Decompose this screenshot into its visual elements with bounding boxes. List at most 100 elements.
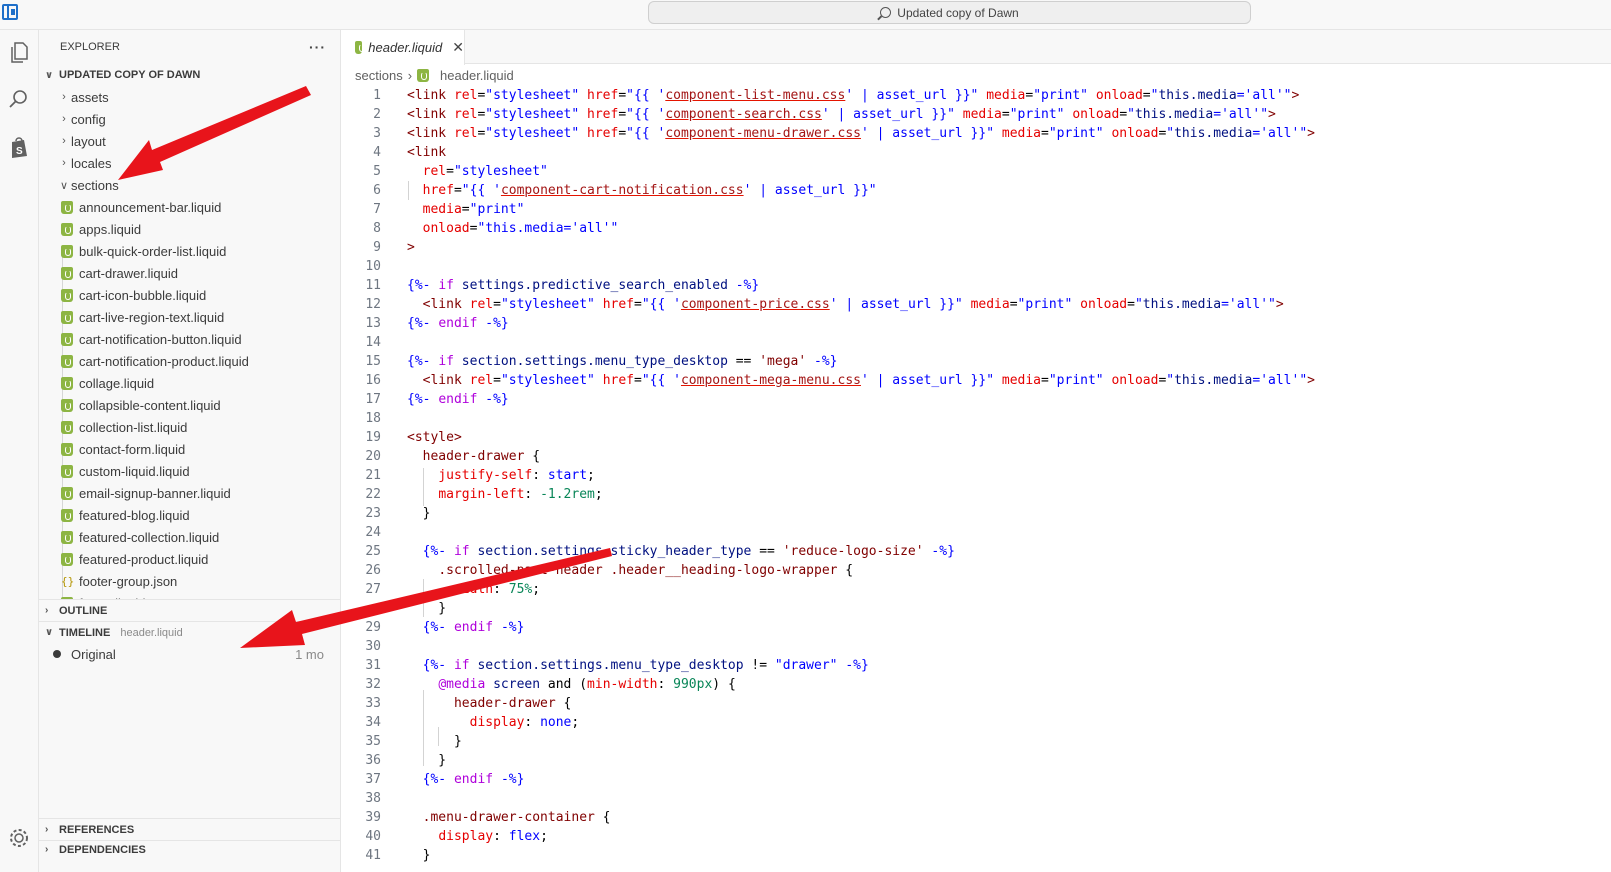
file-item[interactable]: featured-product.liquid [39, 548, 340, 570]
liquid-file-icon [61, 596, 73, 599]
file-label: collapsible-content.liquid [79, 397, 221, 413]
code-line: 14 [365, 335, 381, 350]
code-line: 9 > [373, 240, 415, 255]
file-item[interactable]: bulk-quick-order-list.liquid [39, 240, 340, 262]
liquid-file-icon [61, 530, 73, 544]
chevron-right-icon: › [62, 135, 66, 147]
timeline-entry[interactable]: Original 1 mo [39, 643, 340, 665]
file-item[interactable]: collection-list.liquid [39, 416, 340, 438]
liquid-file-icon [61, 420, 73, 434]
svg-text:S: S [16, 146, 23, 157]
activity-bar: S [0, 30, 39, 872]
references-section-header[interactable]: › REFERENCES [39, 818, 341, 840]
breadcrumb-file[interactable]: header.liquid [440, 68, 514, 83]
code-line: 26 .scrolled-past-header .header__headin… [365, 563, 854, 578]
file-item[interactable]: cart-notification-product.liquid [39, 350, 340, 372]
title-bar: Updated copy of Dawn [0, 0, 1611, 30]
settings-gear-icon[interactable] [6, 825, 32, 851]
file-item[interactable]: cart-live-region-text.liquid [39, 306, 340, 328]
search-icon [880, 7, 892, 18]
code-line: 19 <style> [365, 430, 462, 445]
code-line: 1 <link rel="stylesheet" href="{{ 'compon… [373, 88, 1300, 103]
code-area[interactable]: 1 <link rel="stylesheet" href="{{ 'compon… [341, 86, 1611, 865]
liquid-file-icon [61, 464, 73, 478]
code-line: 33 header-drawer { [365, 696, 572, 711]
file-label: contact-form.liquid [79, 441, 186, 457]
file-item[interactable]: collapsible-content.liquid [39, 394, 340, 416]
search-icon[interactable] [6, 86, 32, 112]
file-item[interactable]: apps.liquid [39, 218, 340, 240]
folder-assets[interactable]: › assets [39, 86, 340, 108]
file-label: cart-notification-button.liquid [79, 331, 242, 347]
file-item[interactable]: custom-liquid.liquid [39, 460, 340, 482]
liquid-file-icon [61, 266, 73, 280]
folder-locales[interactable]: › locales [39, 152, 340, 174]
code-line: 5 rel="stylesheet" [373, 164, 548, 179]
liquid-file-icon [61, 486, 73, 500]
project-section-header[interactable]: ∨ UPDATED COPY OF DAWN [39, 64, 340, 86]
code-line: 22 margin-left: -1.2rem; [365, 487, 603, 502]
code-line: 2 <link rel="stylesheet" href="{{ 'compon… [373, 107, 1276, 122]
file-item[interactable]: cart-notification-button.liquid [39, 328, 340, 350]
file-item[interactable]: featured-collection.liquid [39, 526, 340, 548]
breadcrumb: sections › header.liquid [341, 64, 1611, 86]
liquid-file-icon [61, 222, 73, 236]
dependencies-section-header[interactable]: › DEPENDENCIES [39, 840, 341, 854]
file-label: featured-collection.liquid [79, 529, 220, 545]
file-label: cart-live-region-text.liquid [79, 309, 225, 325]
file-label: announcement-bar.liquid [79, 199, 222, 215]
editor-tabs: header.liquid ✕ [341, 30, 1611, 65]
folder-sections[interactable]: ∨ sections [39, 174, 340, 196]
folder-label: config [71, 111, 106, 127]
project-name: UPDATED COPY OF DAWN [59, 69, 201, 81]
file-label: featured-blog.liquid [79, 507, 190, 523]
folder-label: sections [71, 177, 119, 193]
code-line: 11 {%- if settings.predictive_search_enab… [365, 278, 760, 293]
file-item[interactable]: contact-form.liquid [39, 438, 340, 460]
file-item[interactable]: footer.liquid [39, 592, 340, 599]
sidebar: EXPLORER ··· ∨ UPDATED COPY OF DAWN › ass… [39, 30, 341, 872]
timeline-title: TIMELINE [59, 626, 111, 639]
chevron-right-icon: › [45, 605, 49, 616]
app-logo-icon [2, 4, 18, 20]
breadcrumb-folder[interactable]: sections [355, 68, 403, 83]
liquid-file-icon [61, 244, 73, 258]
more-actions-icon[interactable]: ··· [309, 39, 326, 55]
file-item[interactable]: announcement-bar.liquid [39, 196, 340, 218]
file-item[interactable]: cart-drawer.liquid [39, 262, 340, 284]
chevron-down-icon: ∨ [45, 627, 54, 638]
tab-header-liquid[interactable]: header.liquid ✕ [341, 30, 465, 65]
file-label: footer-group.json [79, 573, 178, 589]
outline-section-header[interactable]: › OUTLINE [39, 599, 340, 621]
file-item[interactable]: cart-icon-bubble.liquid [39, 284, 340, 306]
code-line: 15 {%- if section.settings.menu_type_desk… [365, 354, 838, 369]
folder-layout[interactable]: › layout [39, 130, 340, 152]
indent-guide [408, 181, 409, 200]
file-item[interactable]: email-signup-banner.liquid [39, 482, 340, 504]
indent-guide [423, 468, 424, 506]
code-line: 23 } [365, 506, 431, 521]
file-label: collage.liquid [79, 375, 155, 391]
file-item[interactable]: collage.liquid [39, 372, 340, 394]
file-label: cart-icon-bubble.liquid [79, 287, 207, 303]
close-icon[interactable]: ✕ [452, 39, 464, 56]
folder-label: locales [71, 155, 112, 171]
file-item[interactable]: featured-blog.liquid [39, 504, 340, 526]
file-item[interactable]: {} footer-group.json [39, 570, 340, 592]
window-title: Updated copy of Dawn [897, 5, 1019, 20]
code-line: 13 {%- endif -%} [365, 316, 509, 331]
file-list: announcement-bar.liquid apps.liquid bulk-q… [39, 196, 340, 599]
explorer-title: EXPLORER [60, 41, 120, 53]
code-line: 20 header-drawer { [365, 449, 541, 464]
files-icon[interactable] [6, 40, 32, 66]
command-center-search[interactable]: Updated copy of Dawn [648, 1, 1251, 24]
folder-label: assets [71, 89, 109, 105]
chevron-right-icon: › [62, 91, 66, 103]
code-line: 6 href="{{ 'component-cart-notification.… [373, 183, 877, 198]
shopify-icon[interactable]: S [6, 134, 32, 160]
liquid-file-icon [61, 508, 73, 522]
folder-config[interactable]: › config [39, 108, 340, 130]
chevron-right-icon: › [62, 157, 66, 169]
indent-guide [423, 690, 424, 766]
timeline-section-header[interactable]: ∨ TIMELINE header.liquid [39, 621, 340, 643]
